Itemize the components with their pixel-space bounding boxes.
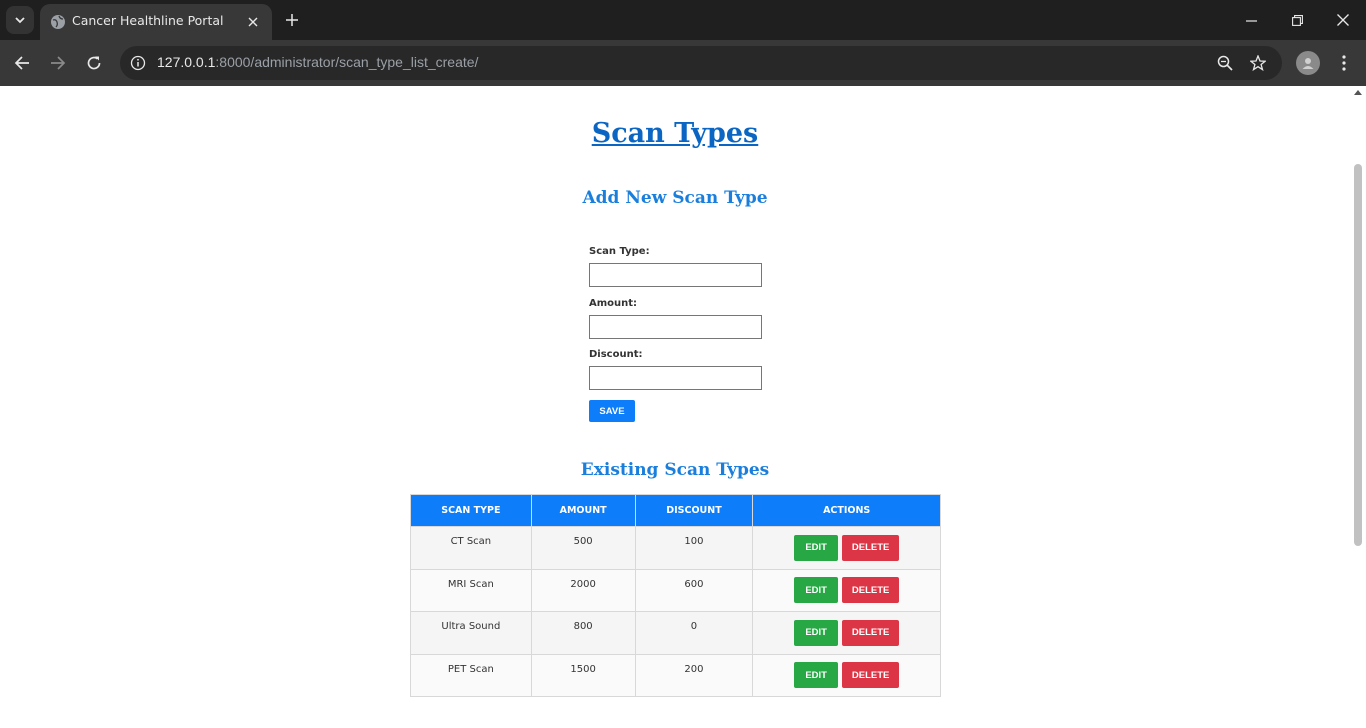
table-header-row: Scan Type Amount Discount Actions [410,494,941,527]
cell-scan-type: Ultra Sound [410,611,532,655]
column-header-discount: Discount [634,494,754,527]
browser-tab-active[interactable]: Cancer Healthline Portal [40,4,272,40]
column-header-actions: Actions [752,494,941,527]
site-info-icon[interactable] [128,53,148,73]
bookmark-star-icon[interactable] [1248,53,1268,73]
zoom-icon[interactable] [1215,53,1235,73]
restore-icon[interactable] [1287,10,1307,30]
cell-amount: 1500 [530,653,636,697]
new-tab-icon[interactable] [282,10,302,30]
forward-icon[interactable] [47,52,69,74]
table-row: PET Scan 1500 200 Edit Delete [410,653,941,697]
cell-scan-type: PET Scan [410,653,532,697]
table-row: Ultra Sound 800 0 Edit Delete [410,611,941,655]
url-host: 127.0.0.1 [157,54,216,70]
delete-button[interactable]: Delete [842,534,900,561]
cell-discount: 100 [634,526,754,570]
cell-amount: 800 [530,611,636,655]
scan-types-table: Scan Type Amount Discount Actions CT Sca… [410,494,941,697]
amount-label: Amount: [589,298,638,309]
cell-discount: 600 [634,568,754,612]
column-header-amount: Amount [530,494,636,527]
profile-avatar-icon[interactable] [1296,51,1320,75]
scan-type-label: Scan Type: [589,246,650,257]
url-text: 127.0.0.1:8000/administrator/scan_type_l… [157,54,478,70]
address-bar[interactable]: 127.0.0.1:8000/administrator/scan_type_l… [120,46,1282,80]
table-row: CT Scan 500 100 Edit Delete [410,526,941,570]
delete-button[interactable]: Delete [842,662,900,689]
chevron-down-icon [15,17,25,24]
scan-type-input[interactable] [589,263,762,287]
minimize-icon[interactable] [1241,10,1261,30]
cell-scan-type: CT Scan [410,526,532,570]
existing-scan-types-heading: Existing Scan Types [580,460,770,480]
cell-actions: Edit Delete [752,526,941,570]
cell-actions: Edit Delete [752,568,941,612]
page-title: Scan Types [591,118,759,149]
delete-button[interactable]: Delete [842,577,900,604]
table-row: MRI Scan 2000 600 Edit Delete [410,568,941,612]
cell-actions: Edit Delete [752,611,941,655]
edit-button[interactable]: Edit [794,619,839,646]
url-path: :8000/administrator/scan_type_list_creat… [215,54,479,70]
discount-label: Discount: [589,349,643,360]
scrollbar-thumb[interactable] [1354,164,1362,546]
cell-amount: 500 [530,526,636,570]
edit-button[interactable]: Edit [794,662,839,689]
cell-scan-type: MRI Scan [410,568,532,612]
cell-actions: Edit Delete [752,653,941,697]
more-menu-icon[interactable] [1334,52,1354,74]
reload-icon[interactable] [83,52,105,74]
page-scrollbar[interactable] [1350,86,1366,728]
column-header-scan-type: Scan Type [410,494,532,527]
save-button[interactable]: Save [589,400,635,422]
edit-button[interactable]: Edit [794,534,839,561]
close-window-icon[interactable] [1333,10,1353,30]
close-tab-icon[interactable] [244,13,262,31]
amount-input[interactable] [589,315,762,339]
browser-tab-bar: Cancer Healthline Portal [0,0,1366,40]
cell-discount: 200 [634,653,754,697]
edit-button[interactable]: Edit [794,577,839,604]
add-scan-type-heading: Add New Scan Type [582,188,768,208]
cell-amount: 2000 [530,568,636,612]
delete-button[interactable]: Delete [842,619,900,646]
tab-search-button[interactable] [6,6,34,34]
tab-title: Cancer Healthline Portal [72,13,224,28]
globe-icon [51,15,65,29]
cell-discount: 0 [634,611,754,655]
back-icon[interactable] [11,52,33,74]
page-viewport: Scan Types Add New Scan Type Scan Type: … [0,86,1350,728]
scroll-up-arrow-icon[interactable] [1354,90,1362,95]
discount-input[interactable] [589,366,762,390]
browser-toolbar: 127.0.0.1:8000/administrator/scan_type_l… [0,40,1366,86]
